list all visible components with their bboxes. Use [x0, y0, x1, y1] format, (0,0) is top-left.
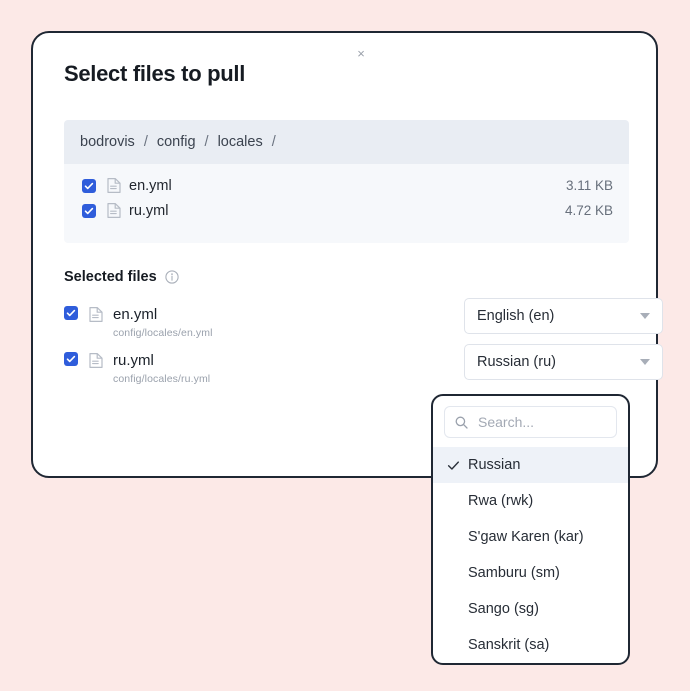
- dropdown-option-label: Russian: [468, 457, 520, 473]
- page-title: Select files to pull: [64, 61, 245, 87]
- chevron-down-icon: [640, 359, 650, 365]
- file-browser-panel: bodrovis / config / locales /: [64, 120, 629, 243]
- document-icon: [89, 352, 103, 369]
- selected-files-heading: Selected files: [64, 269, 179, 285]
- dropdown-option-label: Rwa (rwk): [468, 493, 533, 509]
- dropdown-option-russian[interactable]: Russian: [433, 447, 628, 483]
- document-icon: [89, 306, 103, 323]
- check-icon-placeholder: [447, 639, 460, 652]
- locale-select-value: Russian (ru): [477, 354, 556, 370]
- check-icon-placeholder: [447, 567, 460, 580]
- selected-file-name: en.yml: [113, 306, 213, 323]
- selected-files-list: en.yml config/locales/en.yml English (en…: [64, 303, 629, 395]
- dropdown-option-label: Sango (sg): [468, 601, 539, 617]
- locale-select-ru[interactable]: Russian (ru): [464, 344, 663, 380]
- file-row[interactable]: ru.yml 4.72 KB: [64, 198, 629, 223]
- breadcrumb-item-1[interactable]: config: [157, 134, 196, 150]
- breadcrumb-item-2[interactable]: locales: [218, 134, 263, 150]
- breadcrumb-item-0[interactable]: bodrovis: [80, 134, 135, 150]
- dropdown-search-wrap: [433, 396, 628, 447]
- dropdown-option-rwa[interactable]: Rwa (rwk): [433, 483, 628, 519]
- check-icon: [447, 459, 460, 472]
- locale-select-value: English (en): [477, 308, 554, 324]
- selected-file-row: en.yml config/locales/en.yml English (en…: [64, 303, 629, 349]
- document-icon: [107, 202, 121, 219]
- check-icon-placeholder: [447, 603, 460, 616]
- file-name: ru.yml: [129, 203, 168, 219]
- search-input[interactable]: [476, 413, 606, 431]
- info-icon[interactable]: [165, 270, 179, 284]
- file-row[interactable]: en.yml 3.11 KB: [64, 173, 629, 198]
- file-name: en.yml: [129, 178, 172, 194]
- breadcrumb-separator: /: [205, 134, 209, 150]
- dropdown-option-samburu[interactable]: Samburu (sm): [433, 555, 628, 591]
- dropdown-option-label: Samburu (sm): [468, 565, 560, 581]
- selected-file-checkbox[interactable]: [64, 352, 78, 366]
- selected-file-name: ru.yml: [113, 352, 210, 369]
- file-list: en.yml 3.11 KB: [64, 164, 629, 243]
- check-icon-placeholder: [447, 495, 460, 508]
- breadcrumb: bodrovis / config / locales /: [64, 120, 629, 164]
- selected-file-row: ru.yml config/locales/ru.yml Russian (ru…: [64, 349, 629, 395]
- selected-file-path: config/locales/ru.yml: [113, 373, 210, 385]
- file-checkbox[interactable]: [82, 179, 96, 193]
- selected-files-label: Selected files: [64, 269, 157, 285]
- locale-dropdown-menu: Russian Rwa (rwk) S'gaw Karen (kar) Samb…: [431, 394, 630, 665]
- selected-file-path: config/locales/en.yml: [113, 327, 213, 339]
- file-checkbox[interactable]: [82, 204, 96, 218]
- dropdown-option-label: Sanskrit (sa): [468, 637, 549, 653]
- chevron-down-icon: [640, 313, 650, 319]
- file-size: 3.11 KB: [566, 178, 613, 193]
- selected-file-text: ru.yml config/locales/ru.yml: [113, 352, 210, 385]
- dropdown-option-sango[interactable]: Sango (sg): [433, 591, 628, 627]
- dropdown-option-label: S'gaw Karen (kar): [468, 529, 584, 545]
- screen: × Select files to pull bodrovis / config…: [0, 0, 690, 691]
- dropdown-option-sanskrit[interactable]: Sanskrit (sa): [433, 627, 628, 663]
- document-icon: [107, 177, 121, 194]
- locale-select-en[interactable]: English (en): [464, 298, 663, 334]
- dropdown-search-box[interactable]: [444, 406, 617, 438]
- check-icon-placeholder: [447, 531, 460, 544]
- search-icon: [455, 416, 468, 429]
- close-icon[interactable]: ×: [354, 47, 368, 61]
- selected-file-checkbox[interactable]: [64, 306, 78, 320]
- dropdown-option-sgaw-karen[interactable]: S'gaw Karen (kar): [433, 519, 628, 555]
- breadcrumb-separator: /: [272, 134, 276, 150]
- file-size: 4.72 KB: [565, 203, 613, 218]
- selected-file-text: en.yml config/locales/en.yml: [113, 306, 213, 339]
- breadcrumb-separator: /: [144, 134, 148, 150]
